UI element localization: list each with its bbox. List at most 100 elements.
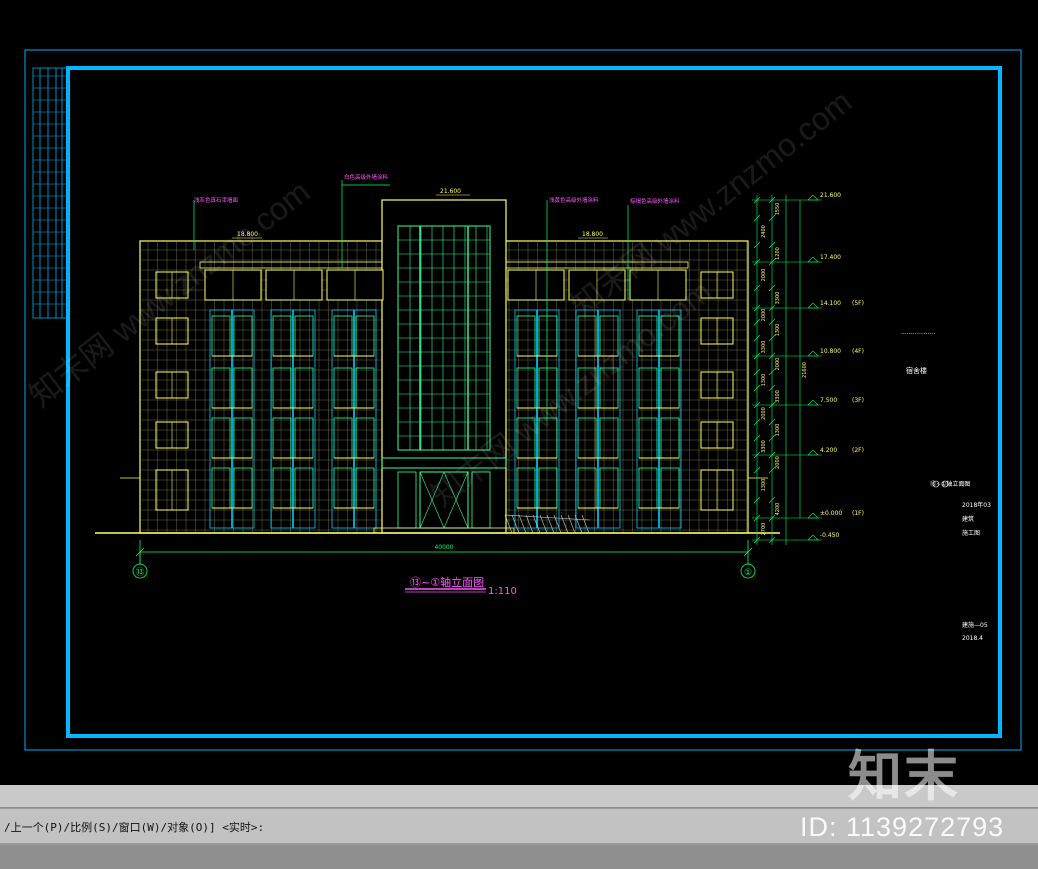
level-value: 21.600 [820,192,841,199]
vertical-dim-text: 1300 [775,324,781,337]
title-block-date: 2018.4 [962,635,983,642]
level-value: 7.500 [820,397,837,404]
ramp-hatch [511,514,520,534]
level-floor: (5F) [852,300,864,307]
bay-window-left [211,417,231,459]
ramp-hatch [560,514,569,534]
title-block-sheet-no: 建施—05 [962,621,988,629]
status-area [0,845,1038,869]
vertical-dim-text: 3300 [761,341,767,354]
vertical-dim-text: 2700 [761,523,767,536]
title-block-dots: .................. [901,329,935,336]
bay-window-right [660,417,680,459]
vertical-dim-text: 1300 [761,479,767,492]
bay-window-left [638,367,658,409]
level-floor: (2F) [852,447,864,454]
bay-window-right [355,467,375,509]
title-block-sheet-title: ⑬~①轴立面图 [930,480,970,488]
level-floor: (3F) [852,397,864,404]
vertical-dim-text: 2000 [761,309,767,322]
level-value: 10.800 [820,348,841,355]
level-value: 14.100 [820,300,841,307]
leader-label-0: 白色高级外墙涂料 [344,173,389,181]
vertical-dim-text: 2400 [761,225,767,238]
vertical-dim-text: 1550 [775,203,781,216]
bay-window-right [538,467,558,509]
level-marker [807,350,819,357]
cad-drawing-canvas[interactable]: 40000 ⑬ ① ⑬~①轴立面图 1:110 21.600 18.800 18… [0,0,1038,785]
leader-label-1: 浅灰色真石漆墙面 [194,196,239,204]
level-value: 4.200 [820,447,837,454]
bay-window-left [272,417,292,459]
overall-dimension-text: 40000 [434,544,453,551]
vertical-dim-text: 1200 [775,247,781,260]
bay-window-right [355,367,375,409]
level-marker [807,399,819,406]
level-marker [807,449,819,456]
bay-window-left [333,367,353,409]
parapet-elevation: 21.600 [440,188,461,195]
bay-window-left [577,417,597,459]
level-marker [807,256,819,263]
bay-window-left [272,367,292,409]
bay-window-right [599,467,619,509]
bay-window-left [638,417,658,459]
vertical-dim-text: 1300 [775,424,781,437]
bay-window-left [638,467,658,509]
leader-label-2: 浅黄色高级外墙涂料 [549,196,599,204]
vertical-dim-text: 2000 [761,269,767,282]
drawing-title: ⑬~①轴立面图 [410,575,484,589]
bay-window-left [211,367,231,409]
bay-window-right [660,467,680,509]
bay-window-right [660,367,680,409]
level-marker [807,302,819,309]
drawing-scale: 1:110 [488,586,517,597]
binding-margin-table [32,67,69,319]
ramp-hatch [567,514,576,534]
level-value: -0.450 [820,532,840,539]
ramp-hatch [518,514,527,534]
side-step-left [120,470,141,479]
title-block-stage: 施工图 [962,529,980,537]
bay-window-right [294,467,314,509]
level-marker [807,194,819,201]
bay-window-left [516,467,536,509]
bay-window-left [211,467,231,509]
level-marker [807,534,819,541]
title-block-project: 宿舍楼 [906,366,927,375]
watermark-id: ID: 1139272793 [800,812,1005,842]
level-value: ±0.000 [820,510,842,517]
total-height-text: 21600 [802,362,808,378]
bay-window-right [294,417,314,459]
bay-window-right [599,417,619,459]
watermark-brand: 知末 [848,745,960,808]
level-value: 17.400 [820,254,841,261]
axis-label-right: ① [744,568,752,578]
vertical-dim-text: 3300 [775,292,781,305]
roof-elevation-right: 18.800 [582,231,603,238]
command-prompt-text: /上一个(P)/比例(S)/窗口(W)/对象(O)] <实时>: [4,821,265,834]
vertical-dim-text: 2000 [775,456,781,469]
vertical-dim-text: 3300 [775,390,781,403]
title-block-year: 2018年03 [962,501,991,509]
vertical-dim-text: 4200 [775,503,781,516]
ramp-hatch [525,514,534,534]
ramp-hatch [581,514,590,534]
title-block-discipline: 建筑 [962,515,974,523]
level-marker [807,512,819,519]
vertical-dim-text: 2000 [761,407,767,420]
side-step-right [747,470,768,479]
level-floor: (4F) [852,348,864,355]
bay-window-left [333,417,353,459]
bay-window-left [272,467,292,509]
bay-window-left [577,467,597,509]
vertical-dim-text: 1300 [761,374,767,387]
bay-window-right [355,417,375,459]
vertical-dim-text: 3300 [761,440,767,453]
bay-window-left [333,467,353,509]
bay-window-right [294,367,314,409]
axis-label-left: ⑬ [135,567,144,578]
vertical-dim-text: 2000 [775,358,781,371]
elevation-drawing[interactable]: 40000 ⑬ ① ⑬~①轴立面图 1:110 21.600 18.800 18… [0,0,1038,785]
level-floor: (1F) [852,510,864,517]
